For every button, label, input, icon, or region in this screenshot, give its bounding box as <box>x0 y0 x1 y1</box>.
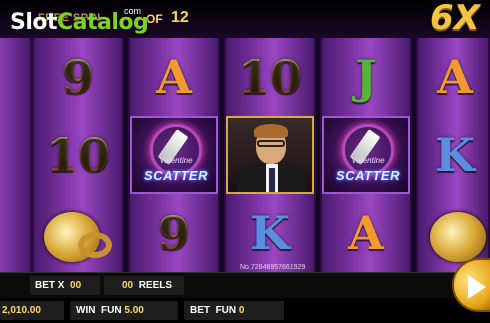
scatter-symbol: Valentine SCATTER <box>322 116 410 194</box>
reel-symbol: 10 <box>45 128 110 182</box>
game-screen: FREE SPIN OF 12 SlotCatalog com 6X 9 10 … <box>0 0 490 323</box>
scatter-tile: Valentine SCATTER <box>322 116 410 194</box>
play-icon <box>468 275 486 299</box>
scatter-label: SCATTER <box>144 168 208 183</box>
ring-band <box>78 232 112 258</box>
watermark-logo-com: com <box>124 6 142 16</box>
reel-1 <box>0 38 32 272</box>
scatter-label: SCATTER <box>336 168 400 183</box>
portrait-serial-text: No.72846957661929 <box>240 264 306 271</box>
scatter-sub-label: Valentine <box>159 156 193 165</box>
ring-symbol <box>34 194 122 272</box>
reel-4: J Valentine SCATTER A <box>320 38 412 272</box>
reel-symbol: 10 <box>237 50 302 104</box>
reel-3: 10 K <box>224 38 316 272</box>
scatter-symbol: Valentine SCATTER <box>130 116 218 194</box>
bet-display: BET FUN 0 <box>184 301 284 320</box>
free-spin-total: 12 <box>171 9 189 26</box>
reel-grid: 9 10 A Valentine SCATTER 9 10 K J Valent… <box>0 38 490 272</box>
reel-symbol: K <box>250 206 290 260</box>
reel-symbol: J <box>355 50 377 104</box>
top-bar: FREE SPIN OF 12 SlotCatalog com 6X <box>0 0 490 38</box>
reel-symbol: A <box>348 206 384 260</box>
free-spin-of-label: OF <box>146 12 163 26</box>
bet-x-field[interactable]: BET X 00 <box>30 276 100 295</box>
reel-symbol: 9 <box>61 50 94 104</box>
reels-field[interactable]: 00 REELS <box>104 276 184 295</box>
bet-controls-bar: BET X 00 00 REELS <box>0 272 490 298</box>
multiplier-display: 6X <box>430 0 480 38</box>
balance-display: 2,010.00 <box>0 301 64 320</box>
scatter-sub-label: Valentine <box>351 156 385 165</box>
scatter-tile: Valentine SCATTER <box>130 116 218 194</box>
character-portrait <box>226 116 314 194</box>
reel-symbol: 9 <box>157 206 190 260</box>
reel-symbol: A <box>156 50 192 104</box>
reel-symbol: A <box>437 50 473 104</box>
reel-5: A K <box>416 38 490 272</box>
reel-1-visible: 9 10 <box>32 38 124 272</box>
reel-symbol: K <box>435 128 475 182</box>
status-bar: 2,010.00 WIN FUN 5.00 BET FUN 0 <box>0 298 490 323</box>
reel-2: A Valentine SCATTER 9 <box>128 38 220 272</box>
win-display: WIN FUN 5.00 <box>70 301 178 320</box>
portrait-symbol <box>226 116 314 194</box>
gold-ring-icon <box>430 212 486 262</box>
